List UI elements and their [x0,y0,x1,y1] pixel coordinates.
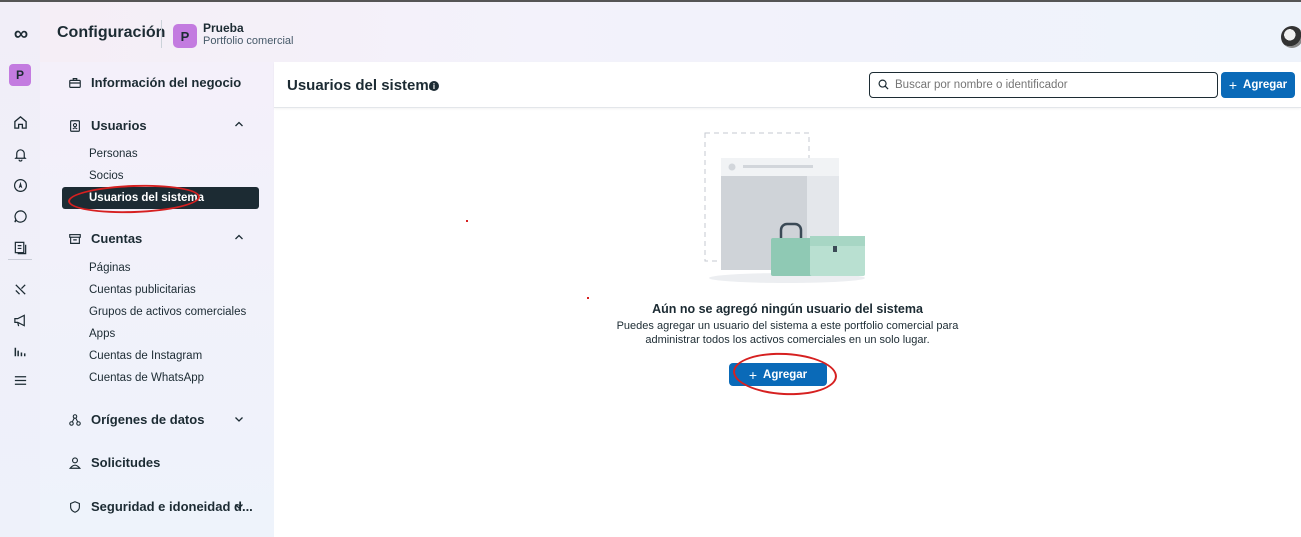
bell-icon[interactable] [8,142,32,166]
nav-item-whatsapp-accounts[interactable]: Cuentas de WhatsApp [89,372,204,384]
empty-desc-line-1: Puedes agregar un usuario del sistema a … [616,320,959,332]
empty-state-add-button[interactable]: + Agregar [729,363,827,386]
plus-icon: + [748,366,758,383]
plus-icon: + [1228,77,1238,93]
nav-security[interactable]: Seguridad e idoneidad d... [67,499,253,514]
id-badge-icon [67,119,83,133]
nav-item-people[interactable]: Personas [89,148,138,160]
empty-add-button-label: Agregar [763,368,808,381]
top-header: Configuración P Prueba Portfolio comerci… [40,2,1301,62]
megaphone-icon[interactable] [8,308,32,332]
menu-icon[interactable] [8,368,32,392]
nav-item-system-users[interactable]: Usuarios del sistema [62,187,259,209]
nav-requests-label: Solicitudes [91,455,161,470]
nav-users[interactable]: Usuarios [67,118,147,133]
briefcase-icon [67,76,83,90]
page-title: Configuración [57,24,166,41]
chat-icon[interactable] [8,204,32,228]
content-header: Usuarios del sistema i + Agregar [274,62,1301,108]
nav-item-asset-groups[interactable]: Grupos de activos comerciales [89,306,246,318]
chevron-up-icon[interactable] [234,232,244,245]
nav-requests[interactable]: Solicitudes [67,455,160,470]
search-icon [878,78,889,93]
nav-business-info[interactable]: Información del negocio [67,75,241,90]
nav-item-pages[interactable]: Páginas [89,262,131,274]
person-icon [67,456,83,470]
section-title: Usuarios del sistema [287,77,438,94]
nav-security-label: Seguridad e idoneidad d... [91,499,253,514]
insights-icon[interactable] [8,339,32,363]
annotation-dot [466,220,468,222]
nav-business-info-label: Información del negocio [91,75,242,90]
add-button-label: Agregar [1243,79,1288,91]
nav-data-sources-label: Orígenes de datos [91,412,205,427]
add-system-user-button[interactable]: + Agregar [1221,72,1295,98]
portfolio-name[interactable]: Prueba [203,21,244,35]
chevron-up-icon[interactable] [234,119,244,132]
nav-item-instagram-accounts[interactable]: Cuentas de Instagram [89,350,202,362]
chevron-down-icon[interactable] [234,501,244,514]
portfolio-badge[interactable]: P [173,24,197,48]
home-icon[interactable] [8,110,32,134]
empty-state-illustration [704,132,865,283]
rail-divider [8,259,32,260]
nav-item-ad-accounts[interactable]: Cuentas publicitarias [89,284,196,296]
user-avatar[interactable] [1281,26,1301,48]
main-content: Usuarios del sistema i + Agregar Aún no … [274,62,1301,537]
header-divider [161,20,162,48]
search-box[interactable] [869,72,1218,98]
nav-accounts[interactable]: Cuentas [67,231,142,246]
nav-accounts-label: Cuentas [91,231,143,246]
search-input[interactable] [895,79,1205,91]
data-nodes-icon [67,413,83,427]
portfolio-type: Portfolio comercial [203,35,294,47]
nav-users-label: Usuarios [91,118,147,133]
compass-icon[interactable] [8,173,32,197]
empty-state-description: Puedes agregar un usuario del sistema a … [274,319,1301,347]
settings-sidebar: Información del negocio Usuarios Persona… [40,62,274,537]
nav-data-sources[interactable]: Orígenes de datos [67,412,204,427]
portfolio-avatar[interactable]: P [9,64,31,86]
nav-item-apps[interactable]: Apps [89,328,115,340]
chevron-down-icon[interactable] [234,414,244,427]
archive-icon [67,232,83,246]
global-nav-rail: ∞ P [0,2,40,537]
annotation-dot [587,297,589,299]
nav-item-partners[interactable]: Socios [89,170,124,182]
info-icon[interactable]: i [429,81,439,91]
pages-icon[interactable] [8,235,32,259]
empty-desc-line-2: administrar todos los activos comerciale… [645,334,930,346]
meta-logo-icon[interactable]: ∞ [8,22,32,46]
empty-state-title: Aún no se agregó ningún usuario del sist… [652,302,923,316]
tools-icon[interactable] [8,277,32,301]
shield-icon [67,500,83,514]
